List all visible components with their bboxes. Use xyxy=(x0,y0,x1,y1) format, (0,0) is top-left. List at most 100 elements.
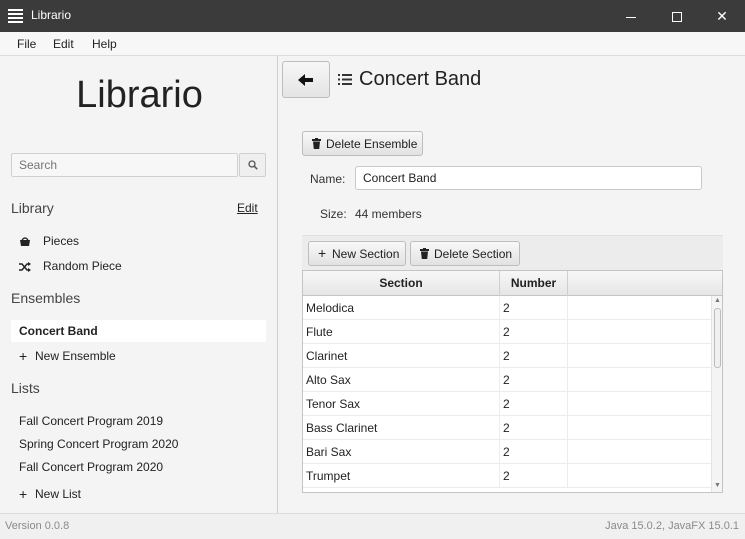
sidebar-item-label: Concert Band xyxy=(19,324,98,338)
close-button[interactable]: ✕ xyxy=(699,0,745,32)
empty-cell xyxy=(568,368,711,392)
table-header: Section Number xyxy=(303,271,722,296)
section-cell[interactable]: Tenor Sax xyxy=(303,392,500,416)
window-title: Librario xyxy=(31,8,72,22)
shuffle-icon xyxy=(19,262,31,272)
sidebar-item-random-piece[interactable]: Random Piece xyxy=(11,255,266,277)
trash-icon xyxy=(420,248,429,259)
section-cell[interactable]: Clarinet xyxy=(303,344,500,368)
section-cell[interactable]: Trumpet xyxy=(303,464,500,488)
title-bar: Librario ✕ xyxy=(0,0,745,32)
sidebar-item-concert-band[interactable]: Concert Band xyxy=(11,320,266,342)
search-button[interactable] xyxy=(239,153,266,177)
name-label: Name: xyxy=(310,172,346,186)
arrow-left-icon xyxy=(298,74,313,86)
empty-cell xyxy=(568,344,711,368)
table-row[interactable]: Flute 2 xyxy=(303,320,711,344)
sidebar-item-label: Random Piece xyxy=(43,259,122,273)
section-cell[interactable]: Bari Sax xyxy=(303,440,500,464)
number-cell[interactable]: 2 xyxy=(500,368,568,392)
new-section-button[interactable]: + New Section xyxy=(308,241,406,266)
new-list-button[interactable]: + New List xyxy=(11,483,266,505)
new-list-label: New List xyxy=(35,487,82,501)
table-body: Melodica 2 Flute 2 Clarinet 2 Alto Sax 2 Ten… xyxy=(303,296,711,488)
search-box[interactable] xyxy=(11,153,238,177)
sections-table: Section Number Melodica 2 Flute 2 Clarinet… xyxy=(302,270,723,493)
empty-cell xyxy=(568,296,711,320)
section-cell[interactable]: Flute xyxy=(303,320,500,344)
table-row[interactable]: Bass Clarinet 2 xyxy=(303,416,711,440)
search-input[interactable] xyxy=(12,154,237,176)
plus-icon: + xyxy=(318,245,327,261)
new-section-label: New Section xyxy=(332,247,400,261)
table-row[interactable]: Alto Sax 2 xyxy=(303,368,711,392)
sidebar-item-list[interactable]: Fall Concert Program 2019 xyxy=(11,410,266,432)
sidebar: Librario Library Edit Pieces Random Piec… xyxy=(1,56,278,513)
number-cell[interactable]: 2 xyxy=(500,440,568,464)
main-pane: Concert Band Delete Ensemble Name: Size:… xyxy=(279,56,744,513)
section-cell[interactable]: Bass Clarinet xyxy=(303,416,500,440)
new-ensemble-button[interactable]: + New Ensemble xyxy=(11,345,266,367)
number-cell[interactable]: 2 xyxy=(500,416,568,440)
number-cell[interactable]: 2 xyxy=(500,464,568,488)
app-brand: Librario xyxy=(76,74,203,116)
number-cell[interactable]: 2 xyxy=(500,320,568,344)
list-icon xyxy=(338,74,352,85)
delete-ensemble-button[interactable]: Delete Ensemble xyxy=(302,131,423,156)
column-header-section[interactable]: Section xyxy=(303,271,500,296)
maximize-button[interactable] xyxy=(654,0,700,32)
scroll-down-icon[interactable]: ▼ xyxy=(714,482,721,489)
empty-cell xyxy=(568,392,711,416)
library-edit-link[interactable]: Edit xyxy=(237,201,258,215)
plus-icon: + xyxy=(19,348,28,364)
table-row[interactable]: Melodica 2 xyxy=(303,296,711,320)
minimize-button[interactable] xyxy=(608,0,654,32)
name-field[interactable] xyxy=(355,166,702,190)
menu-edit[interactable]: Edit xyxy=(53,37,74,51)
number-cell[interactable]: 2 xyxy=(500,296,568,320)
empty-cell xyxy=(568,320,711,344)
column-header-number[interactable]: Number xyxy=(500,271,568,296)
sidebar-item-label: Spring Concert Program 2020 xyxy=(19,437,179,451)
sidebar-item-list[interactable]: Fall Concert Program 2020 xyxy=(11,456,266,478)
section-cell[interactable]: Alto Sax xyxy=(303,368,500,392)
version-text: Version 0.0.8 xyxy=(5,520,70,532)
size-label: Size: xyxy=(320,207,347,221)
lists-heading: Lists xyxy=(11,380,40,396)
back-button[interactable] xyxy=(282,61,330,98)
trash-icon xyxy=(312,138,321,149)
menu-file[interactable]: File xyxy=(17,37,36,51)
app-icon xyxy=(8,9,23,23)
section-cell[interactable]: Melodica xyxy=(303,296,500,320)
minimize-icon xyxy=(626,16,636,18)
empty-cell xyxy=(568,440,711,464)
runtime-text: Java 15.0.2, JavaFX 15.0.1 xyxy=(605,520,739,532)
sidebar-item-label: Pieces xyxy=(43,234,80,248)
table-row[interactable]: Tenor Sax 2 xyxy=(303,392,711,416)
table-row[interactable]: Bari Sax 2 xyxy=(303,440,711,464)
plus-icon: + xyxy=(19,486,28,502)
section-toolbar: + New Section Delete Section xyxy=(302,235,723,270)
delete-section-button[interactable]: Delete Section xyxy=(410,241,520,266)
table-row[interactable]: Clarinet 2 xyxy=(303,344,711,368)
maximize-icon xyxy=(672,12,682,23)
search-icon xyxy=(248,160,258,170)
status-bar: Version 0.0.8 Java 15.0.2, JavaFX 15.0.1 xyxy=(0,513,745,539)
basket-icon xyxy=(20,237,30,246)
sidebar-item-pieces[interactable]: Pieces xyxy=(11,230,266,252)
delete-section-label: Delete Section xyxy=(434,247,513,261)
new-ensemble-label: New Ensemble xyxy=(35,349,116,363)
empty-cell xyxy=(568,416,711,440)
table-row[interactable]: Trumpet 2 xyxy=(303,464,711,488)
number-cell[interactable]: 2 xyxy=(500,392,568,416)
sidebar-item-list[interactable]: Spring Concert Program 2020 xyxy=(11,433,266,455)
table-scrollbar[interactable]: ▲ ▼ xyxy=(711,296,722,492)
number-cell[interactable]: 2 xyxy=(500,344,568,368)
close-icon: ✕ xyxy=(716,8,728,24)
sidebar-item-label: Fall Concert Program 2019 xyxy=(19,414,164,428)
size-value: 44 members xyxy=(355,207,422,221)
sidebar-item-label: Fall Concert Program 2020 xyxy=(19,460,164,474)
scrollbar-thumb[interactable] xyxy=(714,308,721,368)
scroll-up-icon[interactable]: ▲ xyxy=(714,297,721,304)
menu-help[interactable]: Help xyxy=(92,37,117,51)
